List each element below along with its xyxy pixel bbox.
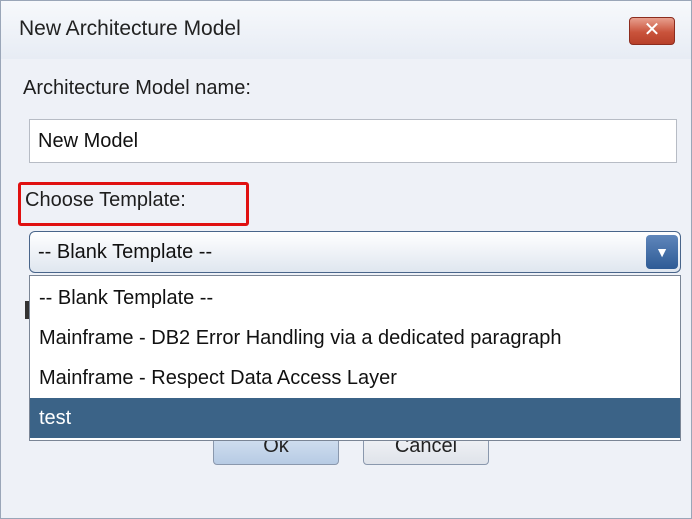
dialog-title: New Architecture Model	[19, 17, 241, 40]
chevron-down-icon: ▼	[655, 244, 669, 260]
highlight-annotation	[18, 182, 249, 226]
close-button[interactable]: ✕	[629, 17, 675, 45]
template-option-test[interactable]: test	[30, 398, 680, 438]
close-icon: ✕	[643, 19, 661, 41]
model-name-input[interactable]: New Model	[29, 119, 677, 163]
template-option-data-access-layer[interactable]: Mainframe - Respect Data Access Layer	[30, 358, 680, 398]
model-name-label: Architecture Model name:	[23, 77, 251, 99]
template-select-value: -- Blank Template --	[38, 241, 213, 263]
title-bar[interactable]: New Architecture Model ✕	[1, 1, 691, 59]
dropdown-arrow-button[interactable]: ▼	[646, 235, 678, 269]
template-select[interactable]: -- Blank Template -- ▼	[29, 231, 681, 273]
template-option-blank[interactable]: -- Blank Template --	[30, 278, 680, 318]
template-dropdown-list: -- Blank Template -- Mainframe - DB2 Err…	[29, 275, 681, 441]
template-option-db2-error-handling[interactable]: Mainframe - DB2 Error Handling via a ded…	[30, 318, 680, 358]
new-architecture-model-dialog: New Architecture Model ✕ Architecture Mo…	[0, 0, 692, 519]
